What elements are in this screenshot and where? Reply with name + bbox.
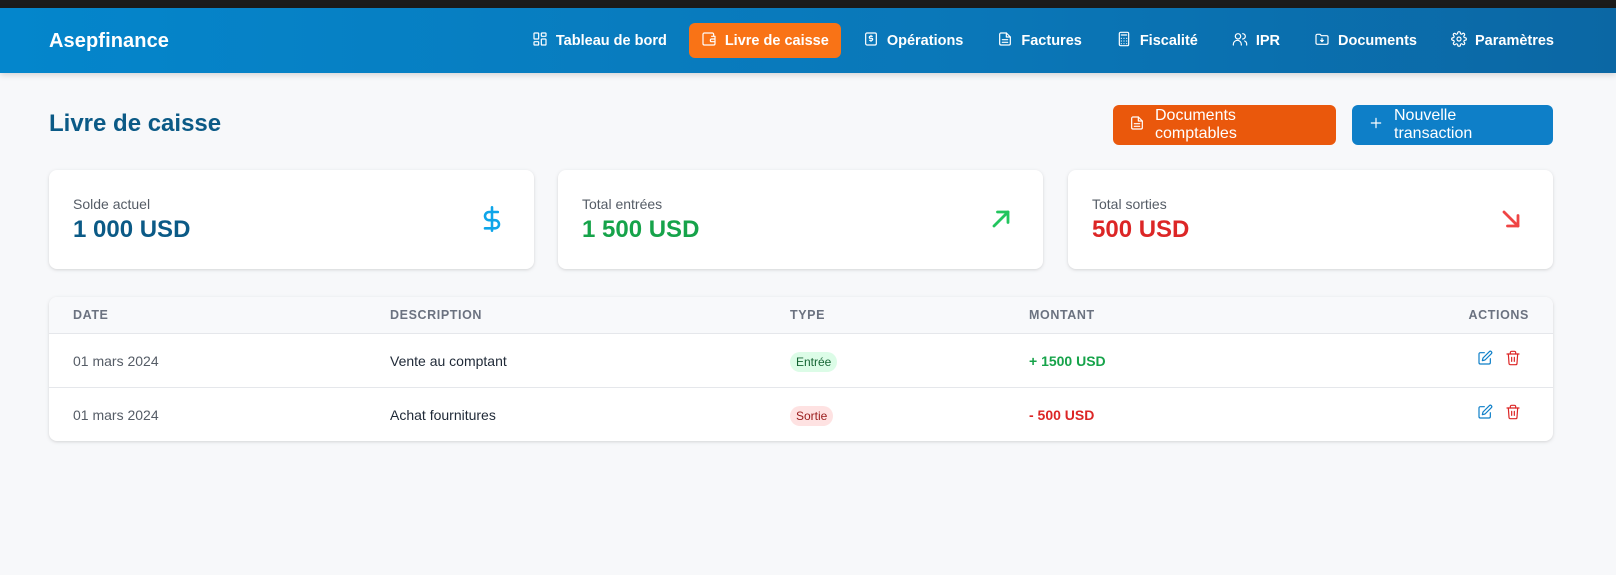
header-amount[interactable]: MONTANT: [1029, 308, 1095, 322]
trash-icon[interactable]: [1505, 350, 1521, 366]
arrow-down-right-icon: [1497, 202, 1525, 236]
nav-item-factures[interactable]: Factures: [985, 23, 1093, 58]
documents-button-label: Documents comptables: [1155, 107, 1237, 142]
page-title: Livre de caisse: [49, 110, 222, 137]
row-date: 01 mars 2024: [73, 407, 159, 423]
type-badge-sortie: Sortie: [790, 406, 834, 426]
expense-value: 500 USD: [1092, 216, 1190, 243]
nav-item-label: Documents: [1338, 32, 1417, 49]
edit-icon[interactable]: [1477, 404, 1493, 420]
balance-card: Solde actuel 1 000 USD: [49, 170, 534, 269]
nav-item-fiscalite[interactable]: Fiscalité: [1104, 23, 1210, 58]
wallet-icon: [701, 31, 717, 51]
nav-item-livre-de-caisse[interactable]: Livre de caisse: [688, 23, 841, 58]
income-value: 1 500 USD: [582, 216, 700, 243]
main-nav: Tableau de bord Livre de caisse Opératio…: [520, 23, 1566, 58]
nav-item-label: Tableau de bord: [555, 32, 667, 49]
plus-icon: [1368, 115, 1384, 136]
transactions-table: DATE DESCRIPTION TYPE MONTANT ACTIONS 01…: [49, 297, 1553, 441]
row-type: Sortie: [790, 406, 834, 426]
table-row[interactable]: 01 mars 2024 Achat fournitures Sortie - …: [49, 388, 1553, 441]
row-type: Entrée: [790, 352, 838, 372]
balance-value: 1 000 USD: [73, 216, 191, 243]
row-amount: + 1500 USD: [1029, 353, 1106, 369]
header-date[interactable]: DATE: [73, 308, 109, 322]
table-row[interactable]: 01 mars 2024 Vente au comptant Entrée + …: [49, 334, 1553, 388]
window-top-strip: [0, 0, 1616, 8]
expense-card: Total sorties 500 USD: [1068, 170, 1553, 269]
income-label: Total entrées: [582, 196, 663, 212]
file-text-icon: [1129, 115, 1145, 136]
balance-label: Solde actuel: [73, 196, 151, 212]
calculator-icon: [1116, 31, 1132, 51]
dollar-receipt-icon: [863, 31, 879, 51]
row-description: Achat fournitures: [390, 407, 496, 423]
row-amount: - 500 USD: [1029, 407, 1095, 423]
table-header: DATE DESCRIPTION TYPE MONTANT ACTIONS: [49, 297, 1553, 334]
new-transaction-label: Nouvelle transaction: [1394, 107, 1473, 142]
nav-item-ipr[interactable]: IPR: [1220, 23, 1292, 58]
nav-item-label: Livre de caisse: [724, 32, 829, 49]
arrow-up-right-icon: [987, 202, 1015, 236]
gear-icon: [1451, 30, 1467, 51]
users-icon: [1232, 31, 1248, 51]
nav-item-documents[interactable]: Documents: [1302, 23, 1429, 58]
edit-icon[interactable]: [1477, 350, 1493, 366]
file-text-icon: [997, 31, 1013, 51]
expense-label: Total sorties: [1092, 196, 1167, 212]
nav-item-label: Paramètres: [1475, 32, 1554, 49]
dashboard-icon: [532, 31, 548, 51]
documents-comptables-button[interactable]: Documents comptables: [1113, 105, 1336, 145]
header-description[interactable]: DESCRIPTION: [390, 308, 482, 322]
nav-item-label: Fiscalité: [1139, 32, 1198, 49]
income-card: Total entrées 1 500 USD: [558, 170, 1043, 269]
header-type[interactable]: TYPE: [790, 308, 825, 322]
nav-item-parametres[interactable]: Paramètres: [1439, 23, 1566, 58]
dollar-icon: [478, 202, 506, 236]
row-actions: [1477, 404, 1521, 420]
folder-icon: [1314, 31, 1330, 51]
new-transaction-button[interactable]: Nouvelle transaction: [1352, 105, 1553, 145]
trash-icon[interactable]: [1505, 404, 1521, 420]
nav-item-label: Opérations: [886, 32, 964, 49]
row-date: 01 mars 2024: [73, 353, 159, 369]
row-actions: [1477, 350, 1521, 366]
row-description: Vente au comptant: [390, 353, 507, 369]
type-badge-entree: Entrée: [790, 352, 838, 372]
nav-item-operations[interactable]: Opérations: [851, 23, 976, 58]
app-brand[interactable]: Asepfinance: [49, 30, 169, 53]
header-actions: ACTIONS: [1468, 308, 1529, 322]
nav-item-label: IPR: [1255, 32, 1281, 49]
nav-item-label: Factures: [1021, 32, 1082, 49]
top-navbar: Asepfinance Tableau de bord Livre de cai…: [0, 8, 1616, 73]
nav-item-tableau-de-bord[interactable]: Tableau de bord: [520, 23, 679, 58]
